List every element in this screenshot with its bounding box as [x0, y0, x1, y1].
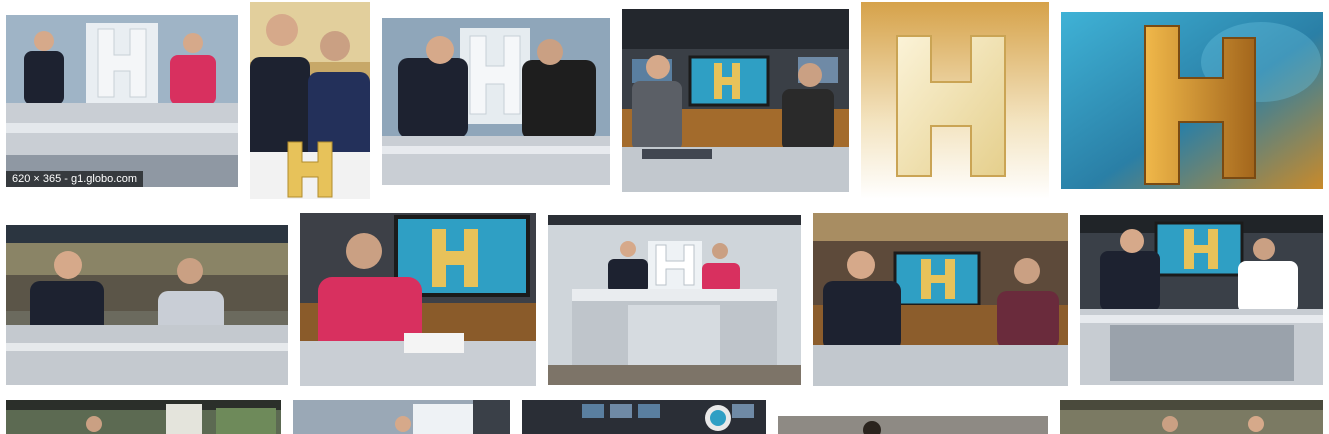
- image-result-13[interactable]: [293, 400, 510, 434]
- image-result-6[interactable]: [1061, 12, 1323, 189]
- image-result-10-picture: [813, 213, 1068, 386]
- image-result-4-picture: [622, 9, 849, 192]
- image-result-7-picture: [6, 225, 288, 385]
- image-result-9-picture: [548, 215, 801, 385]
- image-result-15[interactable]: [778, 416, 1048, 434]
- image-result-15-picture: [778, 416, 1048, 434]
- image-result-16[interactable]: [1060, 400, 1323, 434]
- image-result-8[interactable]: [300, 213, 536, 386]
- image-result-14[interactable]: [522, 400, 766, 434]
- image-result-9[interactable]: [548, 215, 801, 385]
- image-result-10[interactable]: [813, 213, 1068, 386]
- image-result-1-picture: [6, 15, 238, 187]
- image-result-8-picture: [300, 213, 536, 386]
- image-result-11[interactable]: [1080, 215, 1323, 385]
- image-result-2-picture: [250, 2, 370, 199]
- image-result-1[interactable]: 620 × 365 - g1.globo.com: [6, 15, 238, 187]
- image-result-5-picture: [861, 2, 1049, 199]
- image-result-14-picture: [522, 400, 766, 434]
- image-result-13-picture: [293, 400, 510, 434]
- image-result-7[interactable]: [6, 225, 288, 385]
- image-result-3-picture: [382, 18, 610, 185]
- image-result-11-picture: [1080, 215, 1323, 385]
- image-result-5[interactable]: [861, 2, 1049, 199]
- image-result-12[interactable]: [6, 400, 281, 434]
- image-result-caption: 620 × 365 - g1.globo.com: [6, 171, 144, 187]
- image-result-3[interactable]: [382, 18, 610, 185]
- image-result-6-picture: [1061, 12, 1323, 189]
- image-result-16-picture: [1060, 400, 1323, 434]
- image-result-4[interactable]: [622, 9, 849, 192]
- image-results-grid: 620 × 365 - g1.globo.com: [0, 0, 1329, 434]
- image-result-2[interactable]: [250, 2, 370, 199]
- image-result-12-picture: [6, 400, 281, 434]
